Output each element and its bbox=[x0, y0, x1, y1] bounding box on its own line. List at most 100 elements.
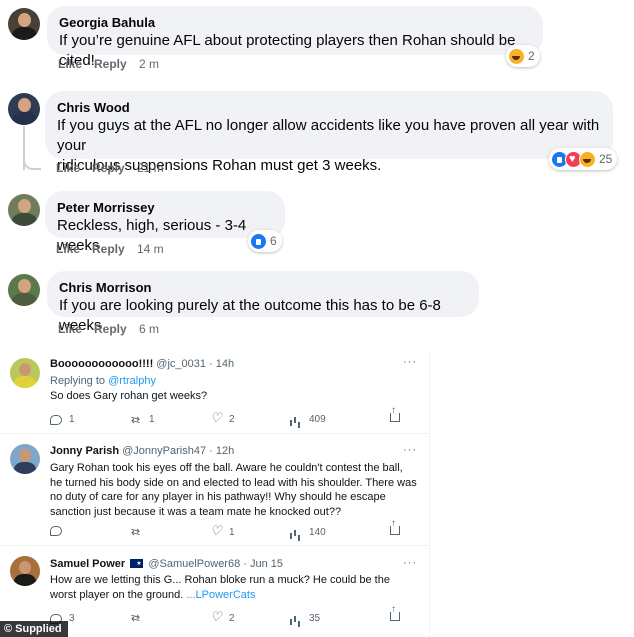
like-button[interactable]: Like bbox=[58, 57, 82, 71]
commenter-name[interactable]: Peter Morrissey bbox=[57, 199, 273, 216]
share-icon[interactable] bbox=[390, 405, 400, 422]
reply-action[interactable]: 1 bbox=[50, 413, 75, 427]
more-options-icon[interactable]: ··· bbox=[403, 557, 417, 569]
avatar[interactable] bbox=[8, 194, 40, 226]
reply-button[interactable]: Reply bbox=[94, 57, 127, 71]
comment-bubble: Chris Morrison If you are looking purely… bbox=[47, 271, 479, 334]
like-button[interactable]: Like bbox=[56, 161, 80, 175]
views-icon bbox=[290, 614, 302, 625]
commenter-name[interactable]: Georgia Bahula bbox=[59, 14, 531, 31]
reaction-summary[interactable]: 2 bbox=[506, 45, 540, 67]
haha-reaction-icon bbox=[579, 150, 596, 168]
reply-count: 3 bbox=[69, 613, 75, 624]
heart-icon bbox=[210, 610, 222, 625]
retweet-icon bbox=[130, 526, 142, 538]
reaction-count: 25 bbox=[599, 152, 613, 166]
replying-to-label: Replying to bbox=[50, 375, 109, 387]
retweet-count: 1 bbox=[149, 414, 155, 425]
views-action[interactable]: 140 bbox=[290, 526, 326, 540]
replying-to: Replying to @rtralphy bbox=[50, 374, 156, 388]
avatar[interactable] bbox=[10, 358, 40, 388]
tweet-author-name[interactable]: Boooooooooooo!!!! bbox=[50, 358, 153, 370]
tweet-handle-time[interactable]: @JonnyParish47 · 12h bbox=[122, 445, 234, 457]
avatar[interactable] bbox=[8, 93, 40, 125]
like-button[interactable]: Like bbox=[56, 242, 80, 256]
views-action[interactable]: 409 bbox=[290, 413, 326, 427]
views-action[interactable]: 35 bbox=[290, 612, 320, 626]
retweet-action[interactable]: 1 bbox=[130, 413, 155, 427]
view-count: 140 bbox=[309, 527, 326, 538]
retweet-action[interactable] bbox=[130, 526, 149, 538]
tweet-text-line: Gary Rohan took his eyes off the ball. A… bbox=[50, 462, 403, 474]
heart-icon bbox=[210, 411, 222, 426]
australian-flag-icon bbox=[130, 557, 144, 571]
tweet-handle-time[interactable]: @SamuelPower68 · Jun 15 bbox=[148, 558, 283, 570]
tweet-text-fragment: worst player on the ground. bbox=[50, 588, 187, 601]
more-options-icon[interactable]: ··· bbox=[403, 444, 417, 456]
reaction-summary[interactable]: 25 bbox=[549, 148, 618, 170]
reply-icon bbox=[50, 526, 62, 536]
comment-text: Reckless, high, serious - 3-4 weeks bbox=[57, 217, 247, 254]
tweet-author-name[interactable]: Jonny Parish bbox=[50, 445, 119, 457]
reply-button[interactable]: Reply bbox=[94, 322, 127, 336]
reaction-summary[interactable]: 6 bbox=[248, 230, 282, 252]
like-count: 2 bbox=[229, 613, 235, 624]
comment-time[interactable]: 6 m bbox=[139, 322, 159, 336]
reaction-count: 2 bbox=[528, 49, 535, 63]
reaction-count: 6 bbox=[270, 234, 277, 248]
tweet-author-name[interactable]: Samuel Power bbox=[50, 558, 125, 570]
tweet-action-bar: 1 1 2 409 bbox=[50, 405, 420, 427]
tweet-text-line: sanction just because it was a team mate… bbox=[50, 505, 342, 518]
reply-button[interactable]: Reply bbox=[92, 161, 125, 175]
comment-time[interactable]: 2 m bbox=[139, 57, 159, 71]
like-action[interactable]: 2 bbox=[210, 610, 235, 626]
tweet[interactable]: Boooooooooooo!!!! @jc_0031 · 14h ··· Rep… bbox=[0, 350, 430, 434]
comment-time[interactable]: 21 m bbox=[137, 161, 164, 175]
comment-time[interactable]: 14 m bbox=[137, 242, 164, 256]
avatar[interactable] bbox=[8, 8, 40, 40]
tweet-text: Gary Rohan took his eyes off the ball. A… bbox=[50, 461, 425, 519]
reply-button[interactable]: Reply bbox=[92, 242, 125, 256]
like-count: 2 bbox=[229, 414, 235, 425]
like-action[interactable]: 2 bbox=[210, 411, 235, 427]
tweet-text-line: worst player on the ground. ...LPowerCat… bbox=[50, 588, 425, 603]
avatar[interactable] bbox=[10, 444, 40, 474]
avatar[interactable] bbox=[8, 274, 40, 306]
retweet-action[interactable] bbox=[130, 612, 149, 624]
tweet-header: Jonny Parish @JonnyParish47 · 12h bbox=[50, 444, 234, 458]
reply-icon bbox=[50, 415, 62, 425]
retweet-icon bbox=[130, 612, 142, 624]
reply-action[interactable] bbox=[50, 526, 69, 536]
tweet-mention-link[interactable]: ...LPowerCats bbox=[186, 589, 255, 601]
views-icon bbox=[290, 528, 302, 539]
commenter-name[interactable]: Chris Morrison bbox=[59, 279, 467, 296]
like-action[interactable]: 1 bbox=[210, 524, 235, 540]
view-count: 409 bbox=[309, 414, 326, 425]
comment-bubble: Georgia Bahula If you’re genuine AFL abo… bbox=[47, 6, 543, 69]
tweet-text: So does Gary rohan get weeks? bbox=[50, 390, 208, 402]
tweet-header: Boooooooooooo!!!! @jc_0031 · 14h bbox=[50, 357, 234, 371]
tweet-handle-time[interactable]: @jc_0031 · 14h bbox=[156, 358, 234, 370]
share-icon[interactable] bbox=[390, 604, 400, 621]
tweet[interactable]: Jonny Parish @JonnyParish47 · 12h ··· Ga… bbox=[0, 434, 430, 546]
more-options-icon[interactable]: ··· bbox=[403, 356, 417, 368]
replying-to-handle[interactable]: @rtralphy bbox=[108, 375, 156, 387]
commenter-name[interactable]: Chris Wood bbox=[57, 99, 601, 116]
comment-bubble: Chris Wood If you guys at the AFL no lon… bbox=[45, 91, 613, 174]
reply-count: 1 bbox=[69, 414, 75, 425]
avatar[interactable] bbox=[10, 556, 40, 586]
tweet-text: How are we letting this G... Rohan bloke… bbox=[50, 573, 425, 602]
image-credit: © Supplied bbox=[0, 621, 68, 637]
tweet-action-bar: 3 2 35 bbox=[50, 604, 420, 626]
like-button[interactable]: Like bbox=[58, 322, 82, 336]
comment-bubble: Peter Morrissey Reckless, high, serious … bbox=[45, 191, 285, 254]
thread-connector-curve bbox=[23, 150, 41, 170]
tweet-action-bar: 1 140 bbox=[50, 518, 420, 540]
tweet-text-line: no duty of care for any player in his pa… bbox=[50, 491, 386, 503]
tweet-text-line: he turned his body side on and elected t… bbox=[50, 476, 417, 489]
tweet-text-line: How are we letting this G... Rohan bloke… bbox=[50, 574, 390, 586]
tweet-header: Samuel Power @SamuelPower68 · Jun 15 bbox=[50, 557, 283, 571]
tweet-list: Boooooooooooo!!!! @jc_0031 · 14h ··· Rep… bbox=[0, 350, 430, 637]
heart-icon bbox=[210, 524, 222, 539]
share-icon[interactable] bbox=[390, 518, 400, 535]
